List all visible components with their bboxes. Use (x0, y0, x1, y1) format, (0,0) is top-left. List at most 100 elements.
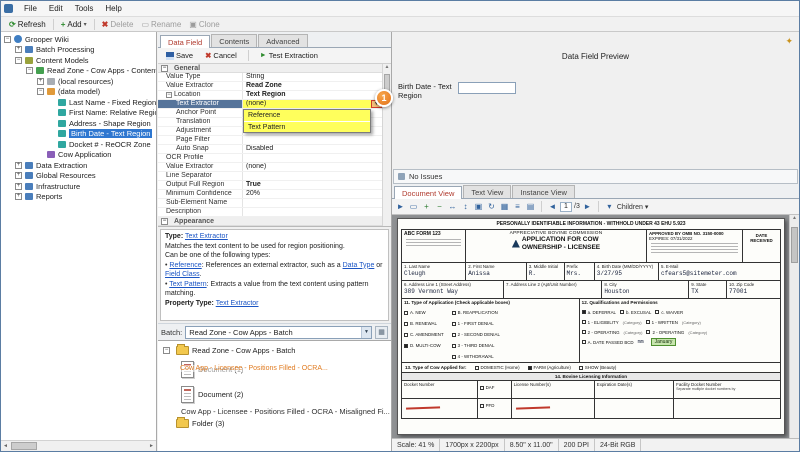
reference-link[interactable]: Reference (169, 262, 201, 269)
collapse-icon[interactable]: − (163, 347, 170, 354)
select-icon[interactable]: ► (395, 201, 406, 212)
tree-item-batch-processing[interactable]: +Batch Processing (1, 45, 156, 56)
fit-height-icon[interactable]: ↕ (460, 201, 471, 212)
prop-auto-snap[interactable]: Auto SnapDisabled (158, 145, 382, 154)
highlight-icon[interactable]: ▤ (525, 201, 536, 212)
add-button[interactable]: +Add▾ (57, 18, 91, 31)
tree-item-address[interactable]: Address - Shape Region (1, 118, 156, 129)
collapse-icon[interactable]: − (26, 67, 33, 74)
chevron-down-icon[interactable]: ▾ (604, 201, 615, 212)
tab-contents[interactable]: Contents (211, 34, 257, 47)
tree-item-content-model[interactable]: −Read Zone - Cow Apps - Content Mo (1, 66, 156, 77)
cancel-button[interactable]: ✖Cancel (201, 49, 241, 62)
document-viewport[interactable]: PERSONALLY IDENTIFIABLE INFORMATION - WI… (392, 215, 799, 438)
next-page-icon[interactable]: ► (582, 201, 593, 212)
field-class-link[interactable]: Field Class (165, 271, 200, 278)
tree-item-grooper-wiki[interactable]: −Grooper Wiki (1, 34, 156, 45)
tree-item-cow-application[interactable]: Cow Application (1, 150, 156, 161)
tree-item-local-resources[interactable]: +(local resources) (1, 76, 156, 87)
prop-text-extractor[interactable]: Text Extractor(none)▾ (158, 100, 382, 109)
batch-root-folder[interactable]: −Read Zone - Cow Apps - Batch (163, 344, 391, 357)
refresh-button[interactable]: ⟳Refresh (5, 18, 50, 31)
expand-icon[interactable]: + (15, 162, 22, 169)
prop-value-type[interactable]: Value TypeString (158, 73, 382, 82)
dropdown-item-text-pattern[interactable]: Text Pattern (244, 121, 370, 132)
scroll-right-icon[interactable]: ► (147, 442, 156, 451)
menu-tools[interactable]: Tools (69, 3, 100, 14)
category-appearance[interactable]: −Appearance (158, 217, 382, 226)
tree-item-first-name[interactable]: First Name: Relative Region (1, 108, 156, 119)
batch-document-2[interactable]: Document (2) (163, 382, 391, 407)
text-pattern-link[interactable]: Text Pattern (169, 281, 206, 288)
tree-item-content-models[interactable]: −Content Models (1, 55, 156, 66)
page-number-box[interactable]: 1 (560, 202, 572, 212)
collapse-icon[interactable]: − (161, 65, 168, 72)
prop-sub-element-name[interactable]: Sub-Element Name (158, 199, 382, 208)
tree-item-data-model[interactable]: −(data model) (1, 87, 156, 98)
expand-icon[interactable]: + (15, 193, 22, 200)
prop-output-full-region[interactable]: Output Full RegionTrue (158, 181, 382, 190)
prop-line-separator[interactable]: Line Separator (158, 172, 382, 181)
prop-page-filter[interactable]: Page Filter (158, 136, 382, 145)
menu-edit[interactable]: Edit (43, 3, 69, 14)
scroll-left-icon[interactable]: ◄ (1, 442, 10, 451)
prop-description[interactable]: Description (158, 208, 382, 217)
batch-folder-3[interactable]: Folder (3) (163, 417, 391, 430)
scrollbar-thumb[interactable] (11, 442, 37, 450)
scrollbar-thumb[interactable] (791, 227, 798, 263)
expand-icon[interactable]: + (15, 183, 22, 190)
tree-item-last-name[interactable]: Last Name - Fixed Region (1, 97, 156, 108)
batch-options-icon[interactable]: ▦ (375, 326, 388, 339)
text-extractor-link[interactable]: Text Extractor (185, 233, 228, 240)
tree-item-global-resources[interactable]: +Global Resources (1, 171, 156, 182)
children-dropdown[interactable]: Children ▾ (617, 203, 649, 211)
tab-text-view[interactable]: Text View (463, 185, 511, 198)
prop-location[interactable]: −LocationText Region (158, 91, 382, 100)
field-preview-input[interactable] (458, 82, 516, 94)
collapse-icon[interactable]: − (15, 57, 22, 64)
thumbnails-icon[interactable]: ▦ (499, 201, 510, 212)
menu-file[interactable]: File (18, 3, 43, 14)
previous-page-icon[interactable]: ◄ (547, 201, 558, 212)
menu-help[interactable]: Help (99, 3, 127, 14)
prop-minimum-confidence[interactable]: Minimum Confidence20% (158, 190, 382, 199)
layers-icon[interactable]: ≡ (512, 201, 523, 212)
tree-item-data-extraction[interactable]: +Data Extraction (1, 160, 156, 171)
tab-advanced[interactable]: Advanced (258, 34, 307, 47)
tree-item-birth-date[interactable]: Birth Date - Text Region (1, 129, 156, 140)
fit-width-icon[interactable]: ↔ (447, 201, 458, 212)
expand-icon[interactable]: + (15, 172, 22, 179)
tree-item-infrastructure[interactable]: +Infrastructure (1, 181, 156, 192)
data-type-link[interactable]: Data Type (343, 262, 375, 269)
category-general[interactable]: −General (158, 64, 382, 73)
dropdown-item-reference[interactable]: Reference (244, 110, 370, 121)
property-type-link[interactable]: Text Extractor (216, 300, 259, 307)
tree-horizontal-scrollbar[interactable]: ◄► (1, 440, 156, 451)
test-extraction-button[interactable]: ►Test Extraction (256, 49, 322, 62)
collapse-icon[interactable]: − (37, 88, 44, 95)
tab-data-field[interactable]: Data Field (160, 35, 210, 48)
clone-button[interactable]: ▣Clone (185, 18, 223, 31)
prop-value-extractor[interactable]: Value ExtractorRead Zone (158, 82, 382, 91)
batch-dropdown[interactable]: Read Zone - Cow Apps - Batch▼ (185, 326, 372, 339)
collapse-icon[interactable]: − (4, 36, 11, 43)
prop-value-extractor-2[interactable]: Value Extractor(none) (158, 163, 382, 172)
delete-button[interactable]: ✖Delete (98, 18, 138, 31)
region-select-icon[interactable]: ▭ (408, 201, 419, 212)
magic-wand-icon[interactable]: ✦ (785, 36, 793, 47)
rename-button[interactable]: ▭Rename (137, 18, 185, 31)
zoom-out-icon[interactable]: − (434, 201, 445, 212)
document-vertical-scrollbar[interactable]: ▲ (789, 215, 799, 438)
save-button[interactable]: Save (162, 49, 197, 62)
expand-icon[interactable]: + (37, 78, 44, 85)
tab-instance-view[interactable]: Instance View (512, 185, 575, 198)
expand-icon[interactable]: + (15, 46, 22, 53)
tree-item-reports[interactable]: +Reports (1, 192, 156, 203)
collapse-icon[interactable]: − (166, 92, 172, 98)
zoom-in-icon[interactable]: + (421, 201, 432, 212)
tab-document-view[interactable]: Document View (394, 186, 462, 199)
prop-ocr-profile[interactable]: OCR Profile (158, 154, 382, 163)
collapse-icon[interactable]: − (161, 218, 168, 225)
tree-item-docket[interactable]: Docket # - ReOCR Zone (1, 139, 156, 150)
fit-page-icon[interactable]: ▣ (473, 201, 484, 212)
